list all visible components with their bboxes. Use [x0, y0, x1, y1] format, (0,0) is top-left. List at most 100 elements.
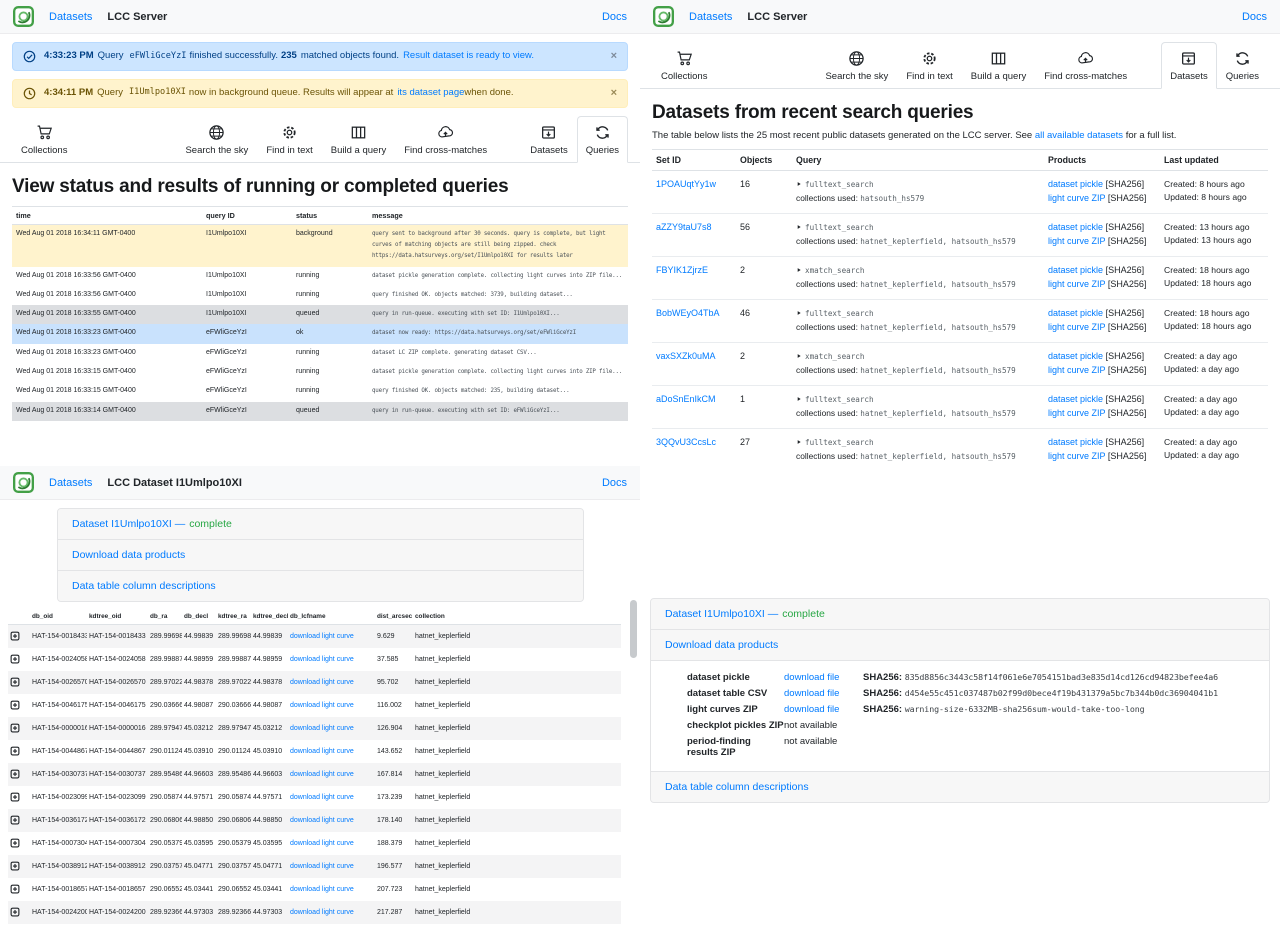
expand-row-button[interactable]: [10, 861, 20, 873]
accordion-header-dataset-status[interactable]: Dataset I1Umlpo10XI —complete: [58, 509, 583, 540]
tab-queries[interactable]: Queries: [577, 116, 628, 163]
query-details-toggle[interactable]: fulltext_search: [796, 178, 1040, 192]
accordion-header-download-products[interactable]: Download data products: [58, 540, 583, 571]
expand-row-button[interactable]: [10, 631, 20, 643]
download-light-curve-link[interactable]: download light curve: [290, 909, 354, 916]
column-descriptions-link[interactable]: Data table column descriptions: [665, 781, 809, 793]
dataset-setid-link[interactable]: 1POAUqtYy1w: [656, 179, 716, 189]
tab-textsearch[interactable]: Find in text: [257, 116, 321, 163]
accordion-header-column-descriptions[interactable]: Data table column descriptions: [58, 571, 583, 601]
expand-row-button[interactable]: [10, 677, 20, 689]
dataset-setid-link[interactable]: BobWEyO4TbA: [656, 308, 720, 318]
expand-row-button[interactable]: [10, 838, 20, 850]
download-light-curve-link[interactable]: download light curve: [290, 702, 354, 709]
download-light-curve-link[interactable]: download light curve: [290, 679, 354, 686]
result-dataset-link[interactable]: Result dataset is ready to view.: [403, 50, 534, 63]
download-file-link[interactable]: download file: [784, 672, 839, 683]
close-icon[interactable]: ×: [603, 86, 617, 101]
download-light-curve-link[interactable]: download light curve: [290, 633, 354, 640]
dataset-setid-link[interactable]: FBYIK1ZjrzE: [656, 265, 708, 275]
dataset-setid-link[interactable]: 3QQvU3CcsLc: [656, 437, 716, 447]
download-light-curve-link[interactable]: download light curve: [290, 817, 354, 824]
nav-datasets-link[interactable]: Datasets: [49, 11, 92, 23]
vertical-scrollbar[interactable]: [630, 600, 637, 658]
download-file-link[interactable]: download file: [784, 688, 839, 699]
tab-xmatch[interactable]: Find cross-matches: [1035, 42, 1136, 89]
product-download-link[interactable]: dataset pickle: [1048, 437, 1103, 447]
accordion-header-dataset-status[interactable]: Dataset I1Umlpo10XI — complete: [651, 599, 1269, 630]
dataset-setid-link[interactable]: vaxSXZk0uMA: [656, 351, 716, 361]
query-details-toggle[interactable]: fulltext_search: [796, 307, 1040, 321]
lcc-server-logo-icon[interactable]: [13, 472, 34, 493]
product-download-link[interactable]: light curve ZIP: [1048, 322, 1105, 332]
expand-row-button[interactable]: [10, 723, 20, 735]
tab-datasets[interactable]: Datasets: [521, 116, 577, 163]
product-download-link[interactable]: dataset pickle: [1048, 308, 1103, 318]
dataset-setid-link[interactable]: aDoSnEnIkCM: [656, 394, 716, 404]
status-badge: complete: [782, 608, 825, 620]
lcc-server-logo-icon[interactable]: [13, 6, 34, 27]
product-download-link[interactable]: dataset pickle: [1048, 394, 1103, 404]
all-datasets-link[interactable]: all available datasets: [1035, 130, 1123, 141]
tab-querybuilder[interactable]: Build a query: [322, 116, 395, 163]
product-download-link[interactable]: light curve ZIP: [1048, 408, 1105, 418]
close-icon[interactable]: ×: [603, 49, 617, 64]
product-download-link[interactable]: dataset pickle: [1048, 179, 1103, 189]
download-products-link[interactable]: Download data products: [72, 549, 185, 561]
nav-datasets-link[interactable]: Datasets: [689, 11, 732, 23]
tab-querybuilder[interactable]: Build a query: [962, 42, 1035, 89]
expand-row-button[interactable]: [10, 769, 20, 781]
nav-docs-link[interactable]: Docs: [602, 11, 627, 23]
download-light-curve-link[interactable]: download light curve: [290, 794, 354, 801]
expand-row-button[interactable]: [10, 907, 20, 919]
download-file-link[interactable]: download file: [784, 704, 839, 715]
tab-queries[interactable]: Queries: [1217, 42, 1268, 89]
nav-docs-link[interactable]: Docs: [1242, 11, 1267, 23]
tab-xmatch[interactable]: Find cross-matches: [395, 116, 496, 163]
lcc-server-logo-icon[interactable]: [653, 6, 674, 27]
product-download-link[interactable]: light curve ZIP: [1048, 365, 1105, 375]
tab-collections[interactable]: Collections: [12, 116, 76, 163]
download-products-link[interactable]: Download data products: [665, 639, 778, 651]
tab-textsearch[interactable]: Find in text: [897, 42, 961, 89]
product-download-link[interactable]: dataset pickle: [1048, 265, 1103, 275]
tab-datasets[interactable]: Datasets: [1161, 42, 1217, 89]
download-light-curve-link[interactable]: download light curve: [290, 863, 354, 870]
download-light-curve-link[interactable]: download light curve: [290, 771, 354, 778]
query-details-toggle[interactable]: fulltext_search: [796, 436, 1040, 450]
expand-row-button[interactable]: [10, 815, 20, 827]
product-download-link[interactable]: light curve ZIP: [1048, 236, 1105, 246]
download-light-curve-link[interactable]: download light curve: [290, 725, 354, 732]
product-download-link[interactable]: light curve ZIP: [1048, 451, 1105, 461]
expand-row-button[interactable]: [10, 884, 20, 896]
download-light-curve-link[interactable]: download light curve: [290, 886, 354, 893]
column-descriptions-link[interactable]: Data table column descriptions: [72, 580, 216, 592]
tab-skysearch[interactable]: Search the sky: [176, 116, 257, 163]
download-light-curve-link[interactable]: download light curve: [290, 748, 354, 755]
expand-row-button[interactable]: [10, 654, 20, 666]
product-download-link[interactable]: light curve ZIP: [1048, 193, 1105, 203]
query-details-toggle[interactable]: fulltext_search: [796, 393, 1040, 407]
dataset-page-link[interactable]: its dataset page: [397, 87, 464, 100]
tab-collections[interactable]: Collections: [652, 42, 716, 89]
archive-icon: [540, 124, 557, 141]
query-details-toggle[interactable]: xmatch_search: [796, 350, 1040, 364]
query-details-toggle[interactable]: fulltext_search: [796, 221, 1040, 235]
expand-row-button[interactable]: [10, 746, 20, 758]
download-light-curve-link[interactable]: download light curve: [290, 840, 354, 847]
query-details-toggle[interactable]: xmatch_search: [796, 264, 1040, 278]
dataset-status-link[interactable]: Dataset I1Umlpo10XI —: [72, 518, 185, 530]
nav-datasets-link[interactable]: Datasets: [49, 477, 92, 489]
accordion-header-download-products[interactable]: Download data products: [651, 630, 1269, 661]
nav-docs-link[interactable]: Docs: [602, 477, 627, 489]
expand-row-button[interactable]: [10, 700, 20, 712]
tab-skysearch[interactable]: Search the sky: [816, 42, 897, 89]
expand-row-button[interactable]: [10, 792, 20, 804]
product-download-link[interactable]: light curve ZIP: [1048, 279, 1105, 289]
product-download-link[interactable]: dataset pickle: [1048, 351, 1103, 361]
dataset-status-link[interactable]: Dataset I1Umlpo10XI —: [665, 608, 778, 620]
accordion-header-column-descriptions[interactable]: Data table column descriptions: [651, 772, 1269, 802]
product-download-link[interactable]: dataset pickle: [1048, 222, 1103, 232]
dataset-setid-link[interactable]: aZZY9taU7s8: [656, 222, 712, 232]
download-light-curve-link[interactable]: download light curve: [290, 656, 354, 663]
